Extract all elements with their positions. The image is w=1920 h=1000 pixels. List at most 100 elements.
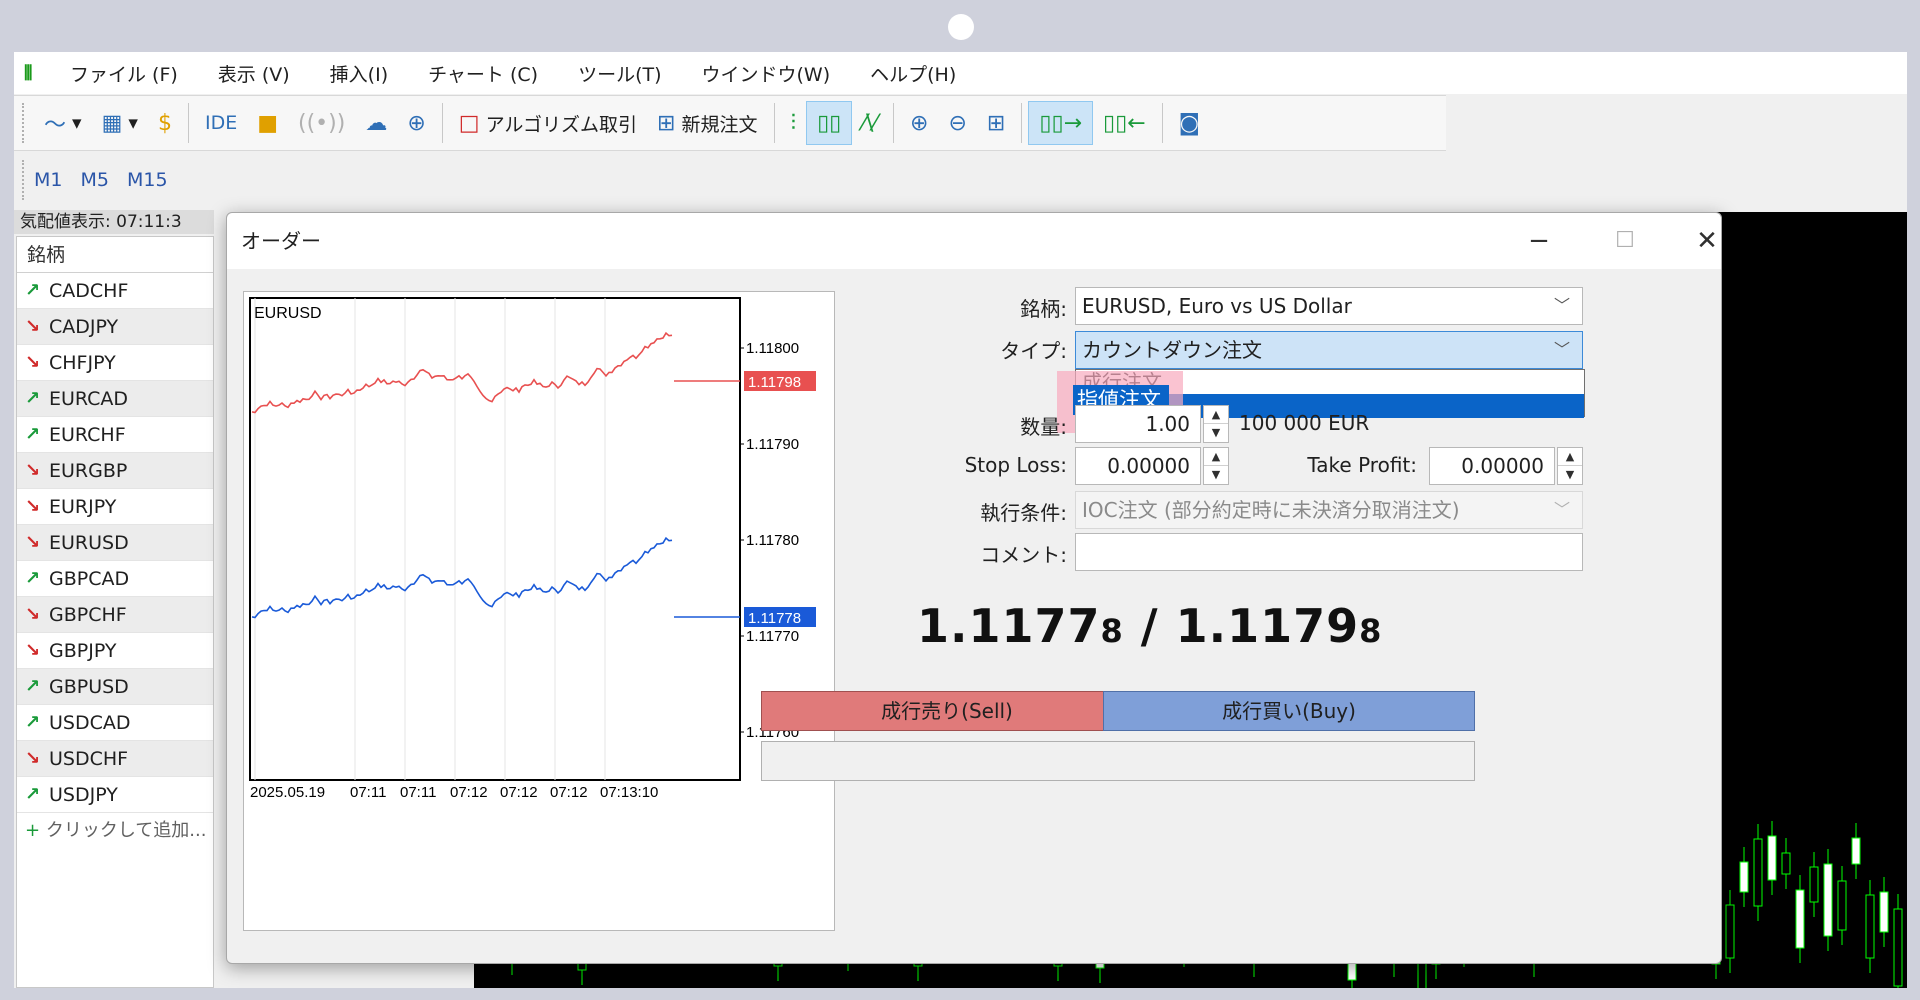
symbol-name: GBPCAD <box>49 567 130 590</box>
zoom-out-button[interactable]: ⊖ <box>938 101 976 145</box>
chart-shift-button[interactable]: ▯▯← <box>1093 101 1156 145</box>
x-tick-label: 07:12 <box>450 784 488 801</box>
symbol-row[interactable]: ↘ GBPCHF <box>17 597 213 633</box>
minimize-button[interactable]: − <box>1509 221 1569 261</box>
symbol-name: EURCHF <box>49 423 126 446</box>
symbol-row[interactable]: ↘ CHFJPY <box>17 345 213 381</box>
zoom-in-button[interactable]: ⊕ <box>900 101 938 145</box>
toolbar-grip[interactable] <box>22 160 26 200</box>
arrow-down-icon: ↘ <box>25 603 41 625</box>
volume-stepper[interactable]: ▲ ▼ <box>1203 405 1229 443</box>
indicators-button[interactable]: ▦ ▾ <box>92 101 148 145</box>
symbol-row[interactable]: ↘ EURGBP <box>17 453 213 489</box>
symbol-row[interactable]: ↗ GBPUSD <box>17 669 213 705</box>
symbol-row[interactable]: ↗ EURCHF <box>17 417 213 453</box>
symbol-row[interactable]: ↗ GBPCAD <box>17 561 213 597</box>
tile-windows-button[interactable]: ⊞ <box>977 101 1015 145</box>
autoscroll-button[interactable]: ▯▯→ <box>1028 101 1094 145</box>
symbol-row[interactable]: ↘ EURUSD <box>17 525 213 561</box>
timeframe-m5[interactable]: M5 <box>80 169 108 191</box>
shopping-bag-icon: ■ <box>257 110 279 136</box>
new-order-button[interactable]: ⊞ 新規注文 <box>647 101 768 145</box>
candle-body <box>1809 866 1819 903</box>
candle-body <box>1851 837 1861 865</box>
indicator-chart-icon: ▦ <box>101 110 123 136</box>
timeframe-m1[interactable]: M1 <box>34 169 62 191</box>
toolbar-separator <box>441 103 443 143</box>
add-symbol-row[interactable]: + クリックして追加... <box>17 813 213 849</box>
vps-button[interactable]: ☁ <box>355 101 397 145</box>
symbol-row[interactable]: ↗ EURCAD <box>17 381 213 417</box>
candlestick-button[interactable]: ▯▯ <box>806 101 853 145</box>
menu-help[interactable]: ヘルプ(H) <box>870 60 956 87</box>
arrow-down-icon: ↘ <box>25 531 41 553</box>
close-icon: ✕ <box>1696 226 1718 256</box>
timeframe-bar: M1 M5 M15 <box>14 152 214 208</box>
stop-loss-stepper[interactable]: ▲ ▼ <box>1203 447 1229 485</box>
stepper-down-icon: ▼ <box>1565 468 1575 481</box>
candle-body <box>1739 861 1749 893</box>
timeframe-m15[interactable]: M15 <box>127 169 168 191</box>
symbol-row[interactable]: ↗ CADCHF <box>17 273 213 309</box>
close-button[interactable]: ✕ <box>1677 221 1737 261</box>
menu-chart[interactable]: チャート (C) <box>428 60 538 87</box>
autoscroll-icon: ▯▯→ <box>1039 110 1083 136</box>
chevron-down-icon: ﹀ <box>1553 296 1570 315</box>
bar-chart-button[interactable]: ⫶ <box>781 101 807 145</box>
arrow-down-icon: ↘ <box>25 747 41 769</box>
menu-window[interactable]: ウインドウ(W) <box>702 60 831 87</box>
arrow-down-icon: ↘ <box>25 495 41 517</box>
line-button[interactable]: ⁄\⁄ <box>852 101 887 145</box>
symbol-name: CADCHF <box>49 279 129 302</box>
market-bag-button[interactable]: ■ <box>247 101 288 145</box>
screenshot-button[interactable]: ◙ <box>1169 101 1210 145</box>
arrow-down-icon: ↘ <box>25 351 41 373</box>
menu-tools[interactable]: ツール(T) <box>578 60 661 87</box>
chevron-down-icon: ﹀ <box>1553 340 1570 359</box>
symbol-row[interactable]: ↘ USDCHF <box>17 741 213 777</box>
market-watch-list: ↗ CADCHF ↘ CADJPY ↘ CHFJPY ↗ EURCAD ↗ EURCHF ↘ EURG… <box>17 273 213 813</box>
symbol-row[interactable]: ↗ USDCAD <box>17 705 213 741</box>
type-label: タイプ: <box>1000 339 1067 363</box>
volume-input[interactable]: 1.00 <box>1075 405 1201 443</box>
market-watch-header[interactable]: 銘柄 <box>17 237 213 273</box>
symbol-name: USDCHF <box>49 747 129 770</box>
buy-button[interactable]: 成行買い(Buy) <box>1103 691 1475 731</box>
symbol-row[interactable]: ↗ USDJPY <box>17 777 213 813</box>
stepper-up-icon: ▲ <box>1204 448 1228 466</box>
comment-input[interactable] <box>1075 533 1583 571</box>
take-profit-input[interactable]: 0.00000 <box>1429 447 1555 485</box>
symbol-name: CHFJPY <box>49 351 116 374</box>
take-profit-label: Take Profit: <box>1307 453 1417 477</box>
chart-type-button[interactable]: 〜 ▾ <box>34 101 92 145</box>
price-display: 1.11778 / 1.11798 <box>227 599 1721 653</box>
maximize-button[interactable]: ☐ <box>1595 221 1655 261</box>
ask-price-tag-text: 1.11798 <box>748 374 801 391</box>
symbol-row[interactable]: ↘ GBPJPY <box>17 633 213 669</box>
menu-insert[interactable]: 挿入(I) <box>330 60 388 87</box>
toolbar-separator <box>893 103 895 143</box>
symbol-select[interactable]: EURUSD, Euro vs US Dollar ﹀ <box>1075 287 1583 325</box>
ask-price: 1.1179 <box>1175 599 1360 653</box>
plus-icon: + <box>25 820 41 841</box>
algo-trading-button[interactable]: □ アルゴリズム取引 <box>449 101 647 145</box>
grid-icon: ⊞ <box>986 110 1006 136</box>
bid-price: 1.1177 <box>917 599 1101 653</box>
sell-button[interactable]: 成行売り(Sell) <box>761 691 1133 731</box>
toolbar-grip[interactable] <box>22 103 26 143</box>
menu-file[interactable]: ファイル (F) <box>70 60 178 87</box>
community-button[interactable]: ⊕ <box>397 101 435 145</box>
symbol-row[interactable]: ↘ CADJPY <box>17 309 213 345</box>
menu-view[interactable]: 表示 (V) <box>218 60 290 87</box>
market-button[interactable]: $ <box>148 101 182 145</box>
stepper-down-icon: ▼ <box>1211 468 1221 481</box>
type-select[interactable]: カウントダウン注文 ﹀ <box>1075 331 1583 369</box>
chart-shift-icon: ▯▯← <box>1103 110 1146 136</box>
stop-loss-input[interactable]: 0.00000 <box>1075 447 1201 485</box>
symbol-row[interactable]: ↘ EURJPY <box>17 489 213 525</box>
signals-button[interactable]: ((•)) <box>288 101 355 145</box>
ide-button[interactable]: IDE <box>195 101 247 145</box>
ask-price-small: 8 <box>1359 612 1383 650</box>
x-tick-label: 2025.05.19 <box>250 784 325 801</box>
take-profit-stepper[interactable]: ▲ ▼ <box>1557 447 1583 485</box>
